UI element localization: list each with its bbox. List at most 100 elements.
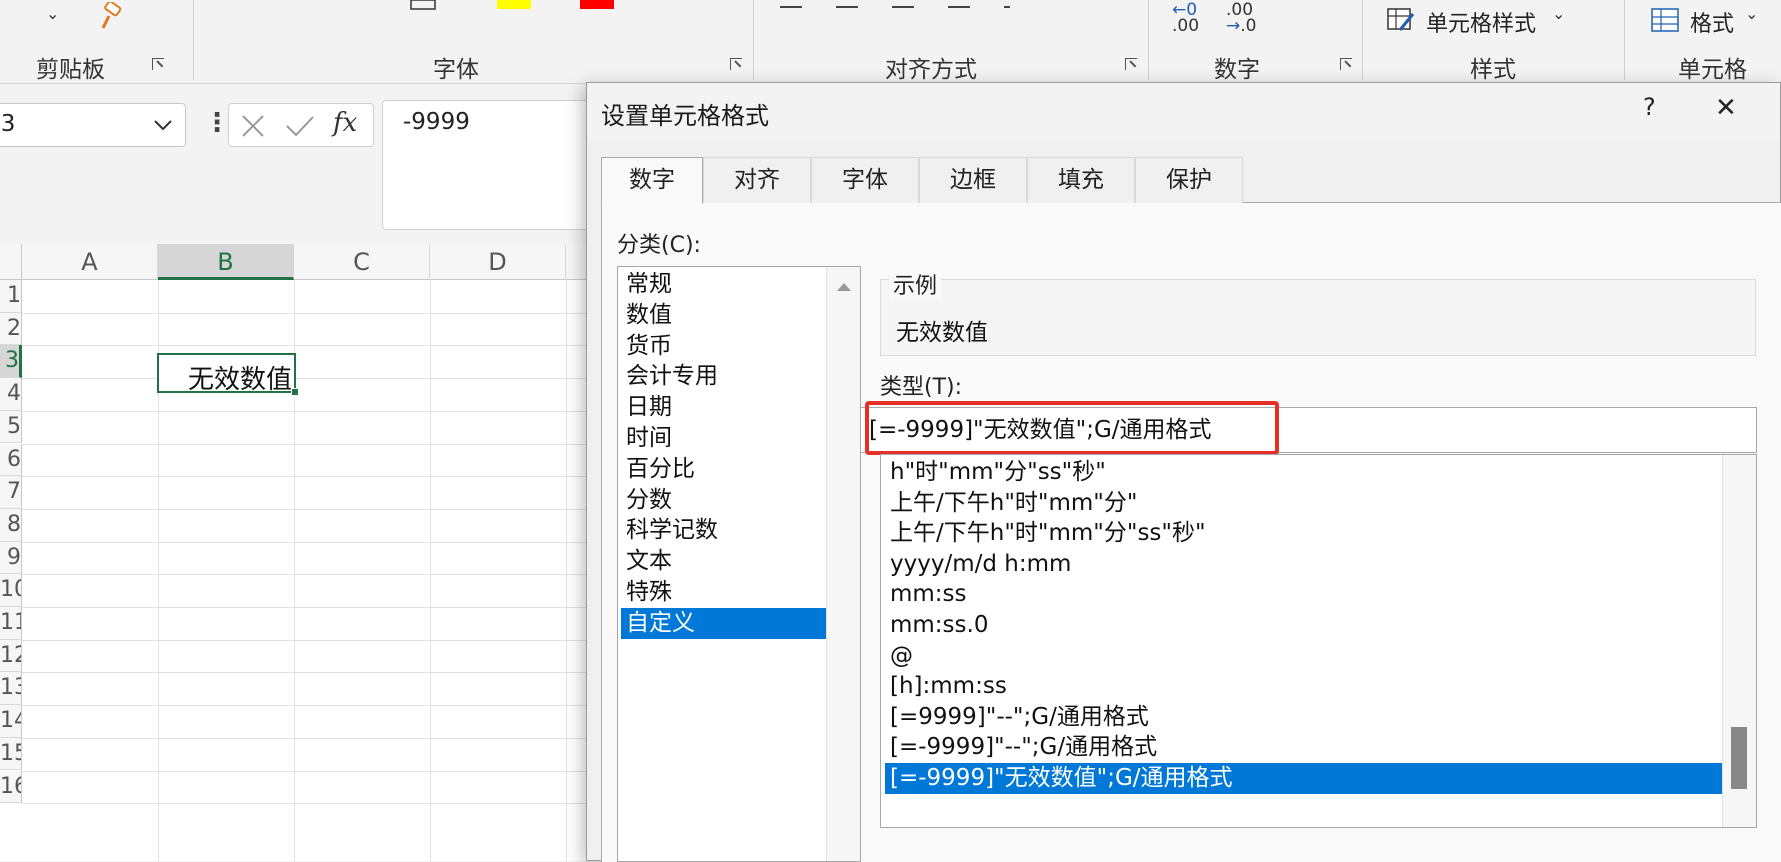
format-code-item[interactable]: 上午/下午h"时"mm"分"ss"秒" xyxy=(885,518,1723,549)
format-code-item[interactable]: yyyy/m/d h:mm xyxy=(885,549,1723,580)
format-button[interactable]: 格式 xyxy=(1690,6,1734,38)
alignment-launcher-icon[interactable] xyxy=(1123,56,1139,72)
category-item[interactable]: 会计专用 xyxy=(621,361,826,392)
decrease-decimal-icon[interactable]: .00 →.0 xyxy=(1226,2,1256,35)
highlight-annotation xyxy=(865,401,1279,455)
tab-border[interactable]: 边框 xyxy=(919,157,1027,203)
cell-styles-icon xyxy=(1387,8,1415,31)
tab-font[interactable]: 字体 xyxy=(811,157,919,203)
column-header-a[interactable]: A xyxy=(22,244,158,280)
column-header-b[interactable]: B xyxy=(158,244,294,280)
row-header-4[interactable]: 4 xyxy=(0,378,22,411)
gridline xyxy=(22,672,600,674)
border-icon[interactable] xyxy=(410,0,438,12)
tab-fill[interactable]: 填充 xyxy=(1027,157,1135,203)
cancel-icon[interactable] xyxy=(241,114,265,138)
format-cells-icon xyxy=(1651,8,1679,32)
enter-icon[interactable] xyxy=(285,114,315,138)
format-code-item[interactable]: 上午/下午h"时"mm"分" xyxy=(885,488,1723,519)
group-label-clipboard: 剪贴板 xyxy=(36,57,105,83)
row-header-11[interactable]: 11 xyxy=(0,607,22,640)
fill-color-icon[interactable] xyxy=(497,0,531,9)
select-all-corner[interactable] xyxy=(0,244,22,280)
category-item[interactable]: 分数 xyxy=(621,485,826,516)
category-item[interactable]: 科学记数 xyxy=(621,515,826,546)
row-header-1[interactable]: 1 xyxy=(0,280,22,313)
format-code-item[interactable]: mm:ss xyxy=(885,579,1723,610)
row-header-16[interactable]: 16 xyxy=(0,770,22,804)
category-scrollbar[interactable] xyxy=(826,267,860,861)
category-item[interactable]: 时间 xyxy=(621,423,826,454)
name-box[interactable]: B3 xyxy=(0,103,186,147)
scroll-thumb[interactable] xyxy=(1731,727,1747,789)
align-lines-icon[interactable] xyxy=(780,6,1010,8)
format-code-list[interactable]: h"时"mm"分"ss"秒" 上午/下午h"时"mm"分" 上午/下午h"时"mm"… xyxy=(880,454,1757,828)
more-options-icon[interactable]: ⋮ xyxy=(204,108,230,138)
scroll-up-icon[interactable] xyxy=(836,281,852,293)
category-item[interactable]: 文本 xyxy=(621,546,826,577)
category-item[interactable]: 日期 xyxy=(621,392,826,423)
format-code-item[interactable]: [h]:mm:ss xyxy=(885,671,1723,702)
insert-function-icon[interactable]: fx xyxy=(333,108,357,138)
category-item[interactable]: 常规 xyxy=(621,269,826,300)
formula-controls: fx xyxy=(228,103,374,147)
row-header-3[interactable]: 3 xyxy=(0,345,22,379)
tab-number[interactable]: 数字 xyxy=(601,157,703,204)
gridline xyxy=(22,574,600,576)
tab-protection[interactable]: 保护 xyxy=(1135,157,1243,203)
font-launcher-icon[interactable] xyxy=(728,56,744,72)
help-button[interactable]: ? xyxy=(1643,93,1656,121)
category-item[interactable]: 自定义 xyxy=(621,607,826,639)
format-list-scrollbar[interactable] xyxy=(1722,455,1756,827)
font-color-icon[interactable] xyxy=(580,0,614,9)
chevron-down-icon[interactable] xyxy=(153,118,173,132)
category-item[interactable]: 百分比 xyxy=(621,454,826,485)
row-header-10[interactable]: 10 xyxy=(0,574,22,607)
gridline xyxy=(22,639,600,641)
row-header-9[interactable]: 9 xyxy=(0,541,22,575)
row-header-7[interactable]: 7 xyxy=(0,476,22,509)
gridline xyxy=(22,378,600,380)
fill-handle[interactable] xyxy=(291,388,299,396)
format-code-item[interactable]: @ xyxy=(885,641,1723,672)
format-code-item[interactable]: [=-9999]"--";G/通用格式 xyxy=(885,732,1723,763)
clipboard-launcher-icon[interactable] xyxy=(150,56,166,72)
worksheet-grid[interactable] xyxy=(0,244,600,861)
type-label: 类型(T): xyxy=(880,375,963,400)
cell-b3-value: 无效数值 xyxy=(187,365,292,395)
format-painter-icon[interactable] xyxy=(94,2,124,32)
number-launcher-icon[interactable] xyxy=(1338,56,1354,72)
tab-alignment[interactable]: 对齐 xyxy=(703,157,811,203)
cell-b3[interactable]: 无效数值 xyxy=(157,353,299,396)
chevron-down-icon[interactable]: ⌄ xyxy=(46,4,59,23)
category-item[interactable]: 数值 xyxy=(621,300,826,331)
category-list[interactable]: 常规 数值 货币 会计专用 日期 时间 百分比 分数 科学记数 文本 特殊 自定义 xyxy=(617,266,861,862)
chevron-down-icon[interactable]: ⌄ xyxy=(1745,4,1758,23)
column-header-d[interactable]: D xyxy=(430,244,566,280)
row-header-2[interactable]: 2 xyxy=(0,312,22,346)
row-header-6[interactable]: 6 xyxy=(0,443,22,477)
column-header-c[interactable]: C xyxy=(294,244,430,280)
row-header-8[interactable]: 8 xyxy=(0,508,22,542)
group-label-alignment: 对齐方式 xyxy=(885,57,977,83)
cell-styles-button[interactable]: 单元格样式 xyxy=(1426,6,1536,38)
chevron-down-icon[interactable]: ⌄ xyxy=(1552,4,1565,23)
sample-group xyxy=(880,279,1756,356)
format-code-item[interactable]: [=9999]"--";G/通用格式 xyxy=(885,702,1723,733)
gridline xyxy=(22,541,600,543)
row-header-12[interactable]: 12 xyxy=(0,639,22,673)
group-label-cells: 单元格 xyxy=(1678,57,1747,83)
close-button[interactable]: ✕ xyxy=(1715,93,1737,123)
row-header-5[interactable]: 5 xyxy=(0,410,22,444)
row-header-14[interactable]: 14 xyxy=(0,705,22,738)
format-code-item[interactable]: h"时"mm"分"ss"秒" xyxy=(885,457,1723,488)
format-code-item[interactable]: [=-9999]"无效数值";G/通用格式 xyxy=(885,763,1723,794)
category-item[interactable]: 货币 xyxy=(621,331,826,362)
row-header-13[interactable]: 13 xyxy=(0,672,22,706)
category-item[interactable]: 特殊 xyxy=(621,577,826,608)
row-header-15[interactable]: 15 xyxy=(0,737,22,771)
gridline xyxy=(22,443,600,445)
format-code-item[interactable]: mm:ss.0 xyxy=(885,610,1723,641)
increase-decimal-icon[interactable]: ←0.00 xyxy=(1172,2,1199,35)
gridline xyxy=(22,476,600,478)
